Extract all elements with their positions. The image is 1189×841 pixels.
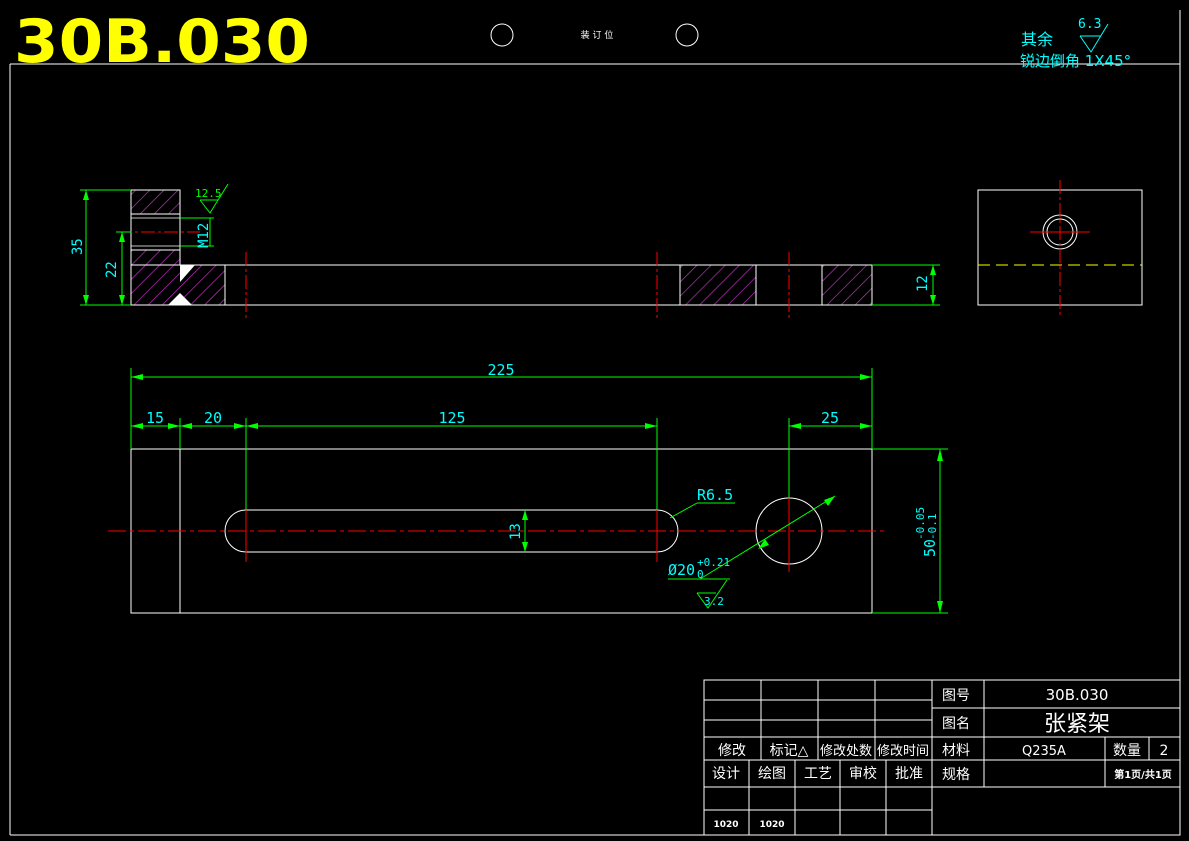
dim-thickness: 12: [915, 275, 931, 292]
rev-header-3: 修改时间: [877, 744, 929, 759]
part-name: 张紧架: [1044, 712, 1110, 737]
sign-header-0: 设计: [712, 766, 740, 782]
boss-hatch-top: [130, 189, 181, 215]
sheet-info: 第1页/共1页: [1114, 768, 1172, 781]
side-bar-outline: [130, 264, 873, 306]
sign-value-1: 1020: [759, 820, 784, 830]
sign-header-3: 审校: [849, 765, 877, 782]
material: Q235A: [1022, 744, 1066, 759]
rev-header-2: 修改处数: [820, 744, 872, 759]
dim-hole-dia: Ø20: [668, 561, 695, 579]
sign-value-0: 1020: [713, 820, 738, 830]
dim-hole-offset: 25: [821, 409, 839, 427]
dim-partial-height: 22: [104, 261, 120, 278]
dim-slot-width: 13: [508, 523, 524, 540]
drawing-code-title: 30B.030: [14, 7, 310, 77]
hole-roughness: 3.2: [704, 595, 724, 608]
boss-hatch-bottom: [130, 249, 181, 266]
top-view: 225 15 20 125 25 13 R6.5 Ø20 +0.21 0 3.2…: [108, 361, 948, 614]
drawing-no: 30B.030: [1046, 686, 1109, 704]
sign-header-1: 绘图: [758, 766, 786, 782]
dim-slot-length: 125: [438, 409, 465, 427]
chamfer-note: 锐边倒角 1X45°: [1020, 52, 1131, 70]
qty: 2: [1160, 743, 1169, 759]
drawing-no-label: 图号: [942, 688, 970, 704]
rev-header-1: 标记△: [770, 743, 809, 759]
dim-hole-tol-lower: 0: [697, 568, 704, 581]
binding-label: 装 订 位: [581, 29, 614, 41]
side-roughness: 12.5: [195, 187, 222, 200]
dim-width-tol-lower: -0.1: [926, 514, 939, 541]
side-view: 35 22 M12 12.5 12: [70, 183, 940, 318]
rev-header-0: 修改: [718, 743, 746, 759]
dim-slot-radius: R6.5: [697, 486, 733, 504]
drawing-frame: [9, 10, 1181, 836]
cad-drawing: 30B.030 装 订 位 其余 6.3 锐边倒角 1X45° 35 22 M1…: [9, 7, 1181, 836]
thread-label: M12: [196, 223, 212, 248]
sign-header-2: 工艺: [804, 766, 832, 782]
rest-roughness: 6.3: [1078, 17, 1101, 32]
dim-overall-length: 225: [487, 361, 514, 379]
name-label: 图名: [942, 716, 970, 732]
dim-left-edge: 15: [146, 409, 164, 427]
qty-label: 数量: [1113, 743, 1141, 759]
dim-width: 50: [921, 539, 939, 557]
dim-total-height: 35: [70, 238, 86, 255]
binding-hole-left: [490, 23, 514, 47]
spec-label: 规格: [942, 767, 970, 783]
dim-slot-offset: 20: [204, 409, 222, 427]
end-view: [977, 180, 1143, 318]
binding-hole-right: [675, 23, 699, 47]
rest-label: 其余: [1021, 30, 1053, 49]
material-label: 材料: [942, 743, 970, 759]
surface-note: 其余 6.3 锐边倒角 1X45°: [1020, 17, 1131, 70]
sign-header-4: 批准: [895, 766, 923, 782]
